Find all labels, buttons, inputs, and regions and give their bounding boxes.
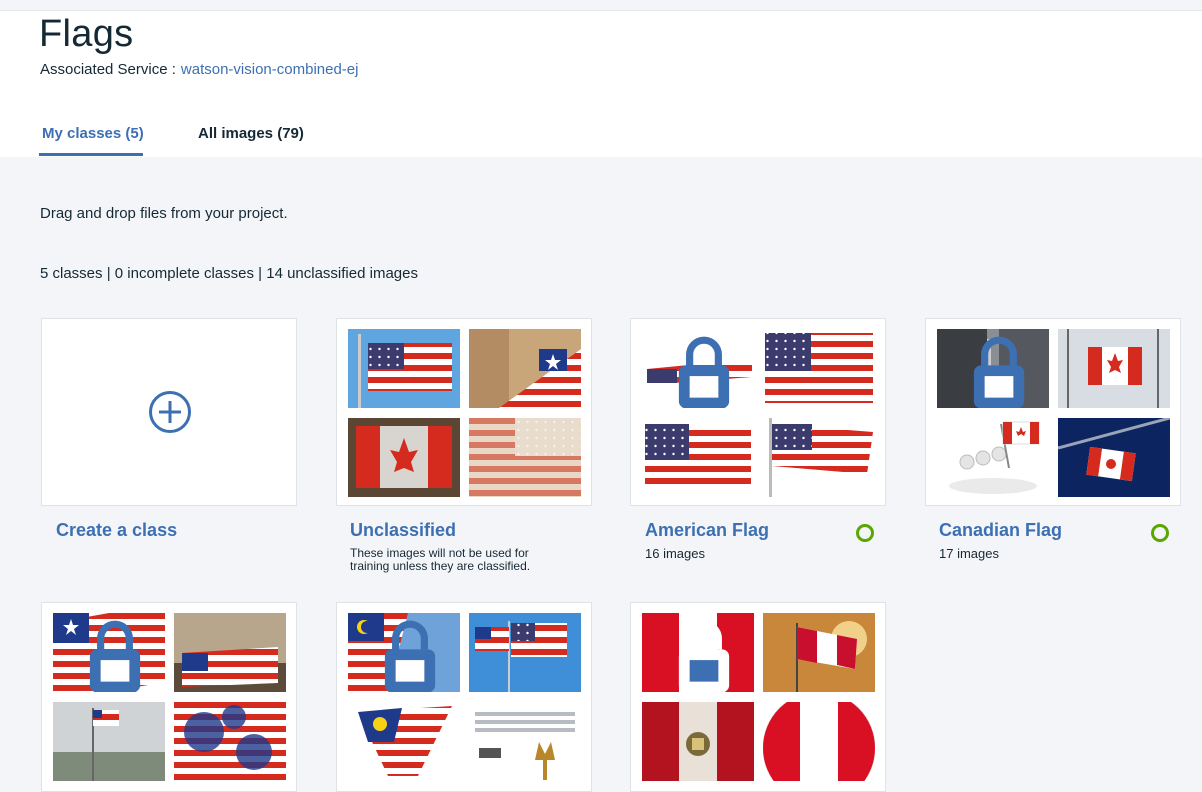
service-link[interactable]: watson-vision-combined-ej [181, 61, 359, 78]
service-label: Associated Service : [40, 61, 176, 78]
create-class-card[interactable] [41, 318, 297, 506]
active-tab-indicator [39, 153, 143, 156]
image-thumbnail[interactable] [937, 418, 1049, 497]
image-thumbnail[interactable] [642, 418, 754, 497]
class-card-peruvian-flag[interactable] [630, 602, 886, 792]
page-header: Flags Associated Service : watson-vision-… [0, 11, 1202, 157]
image-thumbnail[interactable] [642, 329, 754, 408]
class-name-canadian-flag[interactable]: Canadian Flag [939, 520, 1062, 541]
image-thumbnail[interactable] [174, 702, 286, 781]
class-card-liberian-flag[interactable] [41, 602, 297, 792]
image-thumbnail[interactable] [348, 702, 460, 781]
image-thumbnail[interactable] [937, 329, 1049, 408]
image-thumbnail[interactable] [469, 329, 581, 408]
lock-icon [678, 620, 730, 692]
plus-circle-icon[interactable] [148, 390, 192, 434]
tab-all-images[interactable]: All images (79) [198, 125, 304, 142]
image-thumbnail[interactable] [642, 613, 754, 692]
image-thumbnail[interactable] [763, 329, 875, 408]
create-class-link[interactable]: Create a class [56, 520, 177, 541]
class-card-unclassified[interactable] [336, 318, 592, 506]
image-thumbnail[interactable] [174, 613, 286, 692]
page-title: Flags [39, 13, 134, 55]
class-card-malaysian-flag[interactable] [336, 602, 592, 792]
tab-my-classes[interactable]: My classes (5) [42, 125, 144, 142]
class-card-american-flag[interactable] [630, 318, 886, 506]
image-thumbnail[interactable] [348, 329, 460, 408]
class-name-american-flag[interactable]: American Flag [645, 520, 769, 541]
top-bar [0, 0, 1202, 11]
class-card-canadian-flag[interactable] [925, 318, 1181, 506]
drag-drop-hint: Drag and drop files from your project. [40, 205, 288, 222]
image-thumbnail[interactable] [763, 702, 875, 781]
complete-status-icon [1151, 524, 1169, 542]
image-thumbnail[interactable] [469, 702, 581, 781]
image-thumbnail[interactable] [348, 418, 460, 497]
unclassified-note: These images will not be used for traini… [350, 546, 531, 573]
image-thumbnail[interactable] [763, 418, 875, 497]
lock-icon [678, 336, 730, 408]
classes-summary: 5 classes | 0 incomplete classes | 14 un… [40, 265, 418, 282]
complete-status-icon [856, 524, 874, 542]
image-thumbnail[interactable] [348, 613, 460, 692]
associated-service: Associated Service : watson-vision-combin… [40, 61, 358, 78]
image-thumbnail[interactable] [642, 702, 754, 781]
lock-icon [973, 336, 1025, 408]
class-name-unclassified[interactable]: Unclassified [350, 520, 456, 541]
image-thumbnail[interactable] [1058, 418, 1170, 497]
lock-icon [89, 620, 141, 692]
image-count: 16 images [645, 546, 705, 561]
lock-icon [384, 620, 436, 692]
image-thumbnail[interactable] [53, 613, 165, 692]
image-thumbnail[interactable] [1058, 329, 1170, 408]
image-thumbnail[interactable] [469, 418, 581, 497]
image-thumbnail[interactable] [763, 613, 875, 692]
image-thumbnail[interactable] [469, 613, 581, 692]
image-count: 17 images [939, 546, 999, 561]
image-thumbnail[interactable] [53, 702, 165, 781]
